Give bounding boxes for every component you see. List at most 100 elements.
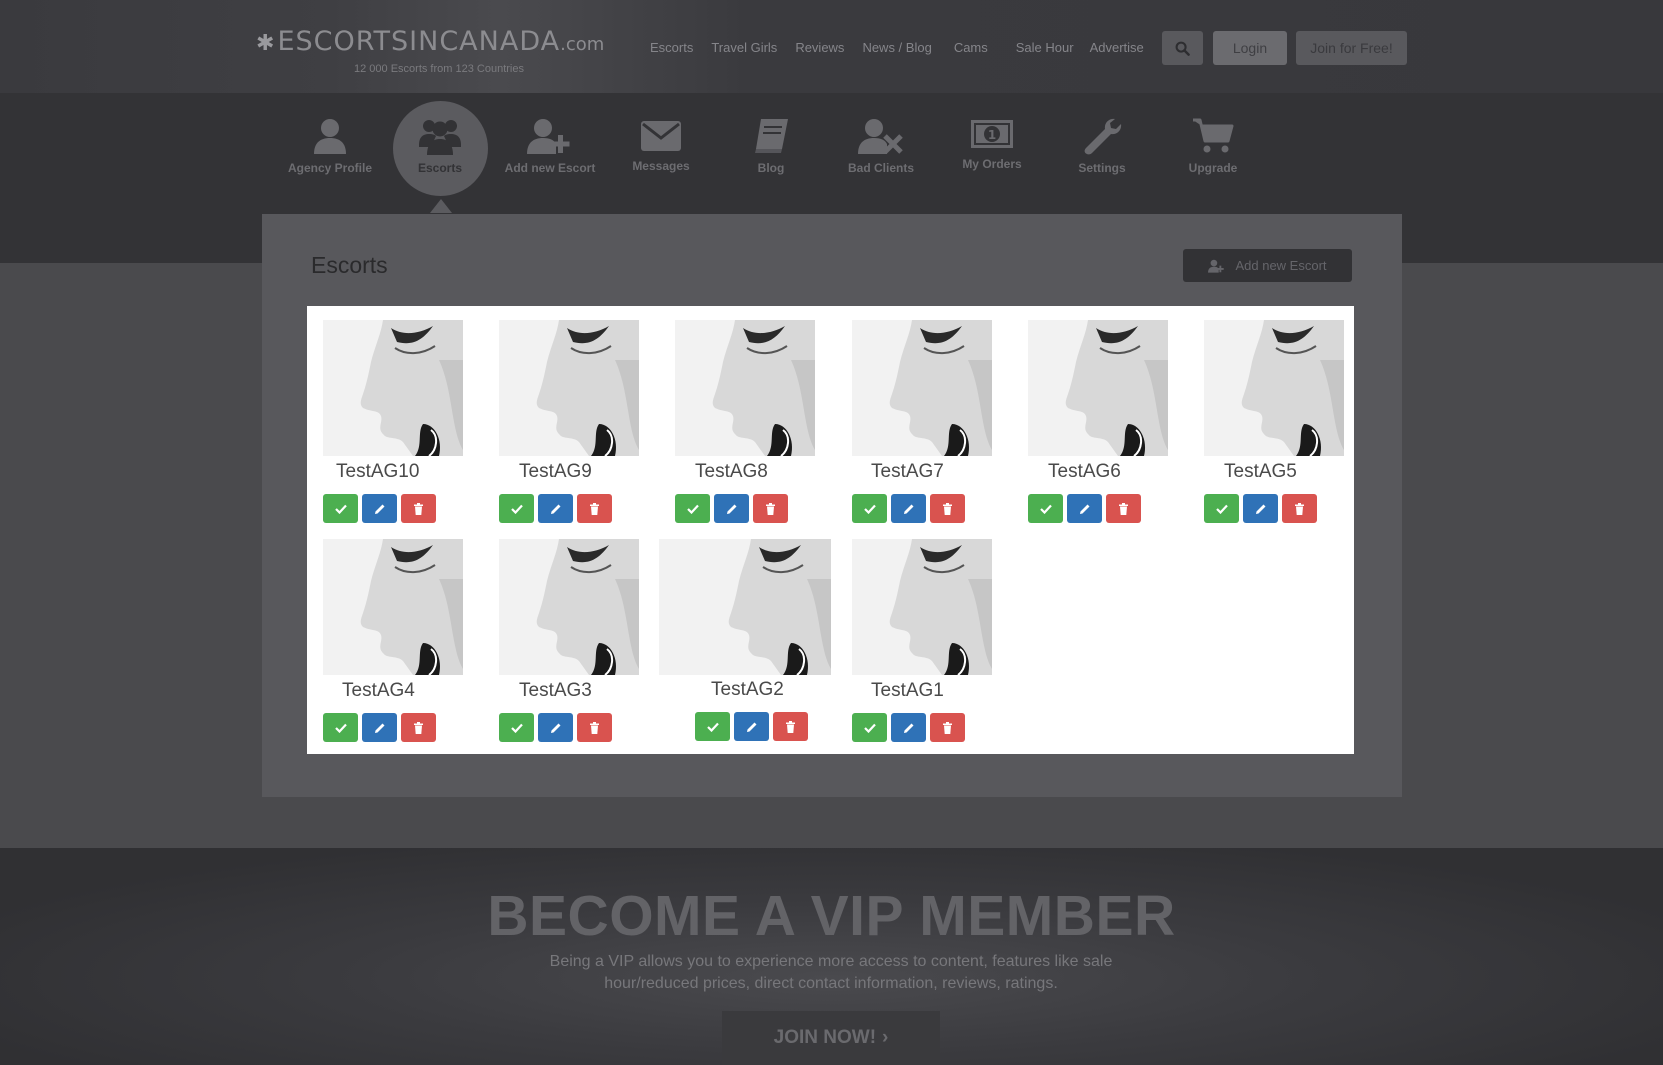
escort-photo[interactable] (1204, 320, 1344, 456)
escort-card: TestAG6 (1028, 306, 1198, 523)
edit-button[interactable] (1243, 494, 1278, 523)
dash-label: Agency Profile (287, 161, 373, 175)
delete-button[interactable] (930, 494, 965, 523)
escort-name: TestAG5 (1224, 461, 1297, 482)
trash-icon (1295, 502, 1304, 515)
logo-dotcom: .com (560, 34, 605, 55)
search-icon (1175, 41, 1190, 56)
dash-label: Bad Clients (847, 161, 914, 175)
trash-icon (766, 502, 775, 515)
dash-label: Blog (757, 161, 785, 175)
trash-icon (943, 721, 952, 734)
activate-button[interactable] (323, 713, 358, 742)
activate-button[interactable] (695, 712, 730, 741)
delete-button[interactable] (930, 713, 965, 742)
nav-sale-hour[interactable]: Sale Hour (1016, 40, 1074, 55)
nav-news-blog[interactable]: News / Blog (862, 40, 931, 55)
escort-actions (695, 712, 808, 741)
escort-actions (852, 494, 965, 523)
escort-name: TestAG4 (342, 680, 415, 701)
pencil-icon (903, 504, 913, 514)
activate-button[interactable] (1028, 494, 1063, 523)
delete-button[interactable] (753, 494, 788, 523)
pencil-icon (550, 723, 560, 733)
escort-grid: TestAG10 TestAG9 TestAG8 TestAG7 TestAG6… (307, 306, 1354, 754)
escort-card: TestAG7 (852, 306, 1022, 523)
join-now-button[interactable]: JOIN NOW! › (722, 1011, 940, 1065)
edit-button[interactable] (538, 494, 573, 523)
nav-escorts[interactable]: Escorts (650, 40, 693, 55)
escort-photo[interactable] (852, 539, 992, 675)
delete-button[interactable] (773, 712, 808, 741)
escort-photo[interactable] (675, 320, 815, 456)
users-icon (419, 120, 461, 155)
activate-button[interactable] (323, 494, 358, 523)
delete-button[interactable] (401, 713, 436, 742)
escort-photo[interactable] (499, 539, 639, 675)
nav-reviews[interactable]: Reviews (795, 40, 844, 55)
search-button[interactable] (1162, 31, 1203, 65)
check-icon (510, 723, 523, 733)
delete-button[interactable] (1106, 494, 1141, 523)
dash-item-my-orders[interactable]: 1 My Orders (937, 103, 1047, 193)
dash-item-messages[interactable]: Messages (606, 103, 716, 193)
dash-item-settings[interactable]: Settings (1047, 103, 1157, 193)
site-logo[interactable]: ✱ESCORTSINCANADA.com 12 000 Escorts from… (256, 26, 626, 80)
edit-button[interactable] (362, 494, 397, 523)
edit-button[interactable] (734, 712, 769, 741)
dash-item-upgrade[interactable]: Upgrade (1158, 103, 1268, 193)
escort-card: TestAG2 (659, 525, 839, 741)
activate-button[interactable] (1204, 494, 1239, 523)
dash-item-agency-profile[interactable]: Agency Profile (275, 103, 385, 193)
escort-photo[interactable] (1028, 320, 1168, 456)
escort-photo[interactable] (659, 539, 831, 675)
add-new-escort-label: Add new Escort (1235, 258, 1327, 273)
trash-icon (414, 502, 423, 515)
escort-photo[interactable] (323, 539, 463, 675)
edit-button[interactable] (362, 713, 397, 742)
join-now-label: JOIN NOW! (773, 1027, 877, 1048)
vip-title: BECOME A VIP MEMBER (487, 884, 1176, 948)
dash-label: Add new Escort (504, 161, 596, 175)
check-icon (686, 504, 699, 514)
escort-actions (675, 494, 788, 523)
wrench-icon (1084, 118, 1122, 155)
user-plus-icon (527, 119, 570, 154)
dash-item-bad-clients[interactable]: Bad Clients (826, 103, 936, 193)
edit-button[interactable] (538, 713, 573, 742)
dash-label: My Orders (962, 157, 1022, 171)
activate-button[interactable] (852, 494, 887, 523)
login-button[interactable]: Login (1213, 31, 1287, 65)
delete-button[interactable] (1282, 494, 1317, 523)
delete-button[interactable] (401, 494, 436, 523)
pencil-icon (746, 722, 756, 732)
dash-item-add-new-escort[interactable]: Add new Escort (495, 103, 605, 193)
nav-travel-girls[interactable]: Travel Girls (711, 40, 777, 55)
edit-button[interactable] (891, 713, 926, 742)
top-nav: Escorts Travel Girls Reviews News / Blog… (650, 40, 1162, 55)
add-new-escort-button[interactable]: Add new Escort (1183, 249, 1352, 282)
edit-button[interactable] (1067, 494, 1102, 523)
delete-button[interactable] (577, 494, 612, 523)
dash-item-escorts[interactable]: Escorts (385, 103, 495, 193)
dash-item-blog[interactable]: Blog (716, 103, 826, 193)
delete-button[interactable] (577, 713, 612, 742)
activate-button[interactable] (675, 494, 710, 523)
check-icon (1215, 504, 1228, 514)
activate-button[interactable] (852, 713, 887, 742)
activate-button[interactable] (499, 713, 534, 742)
dash-label: Upgrade (1188, 161, 1238, 175)
edit-button[interactable] (891, 494, 926, 523)
edit-button[interactable] (714, 494, 749, 523)
nav-advertise[interactable]: Advertise (1090, 40, 1144, 55)
escort-photo[interactable] (852, 320, 992, 456)
page-title: Escorts (311, 252, 388, 278)
nav-cams[interactable]: Cams (954, 40, 988, 55)
pencil-icon (1079, 504, 1089, 514)
escort-photo[interactable] (499, 320, 639, 456)
activate-button[interactable] (499, 494, 534, 523)
join-free-button[interactable]: Join for Free! (1296, 31, 1407, 65)
escort-photo[interactable] (323, 320, 463, 456)
trash-icon (1119, 502, 1128, 515)
check-icon (334, 504, 347, 514)
